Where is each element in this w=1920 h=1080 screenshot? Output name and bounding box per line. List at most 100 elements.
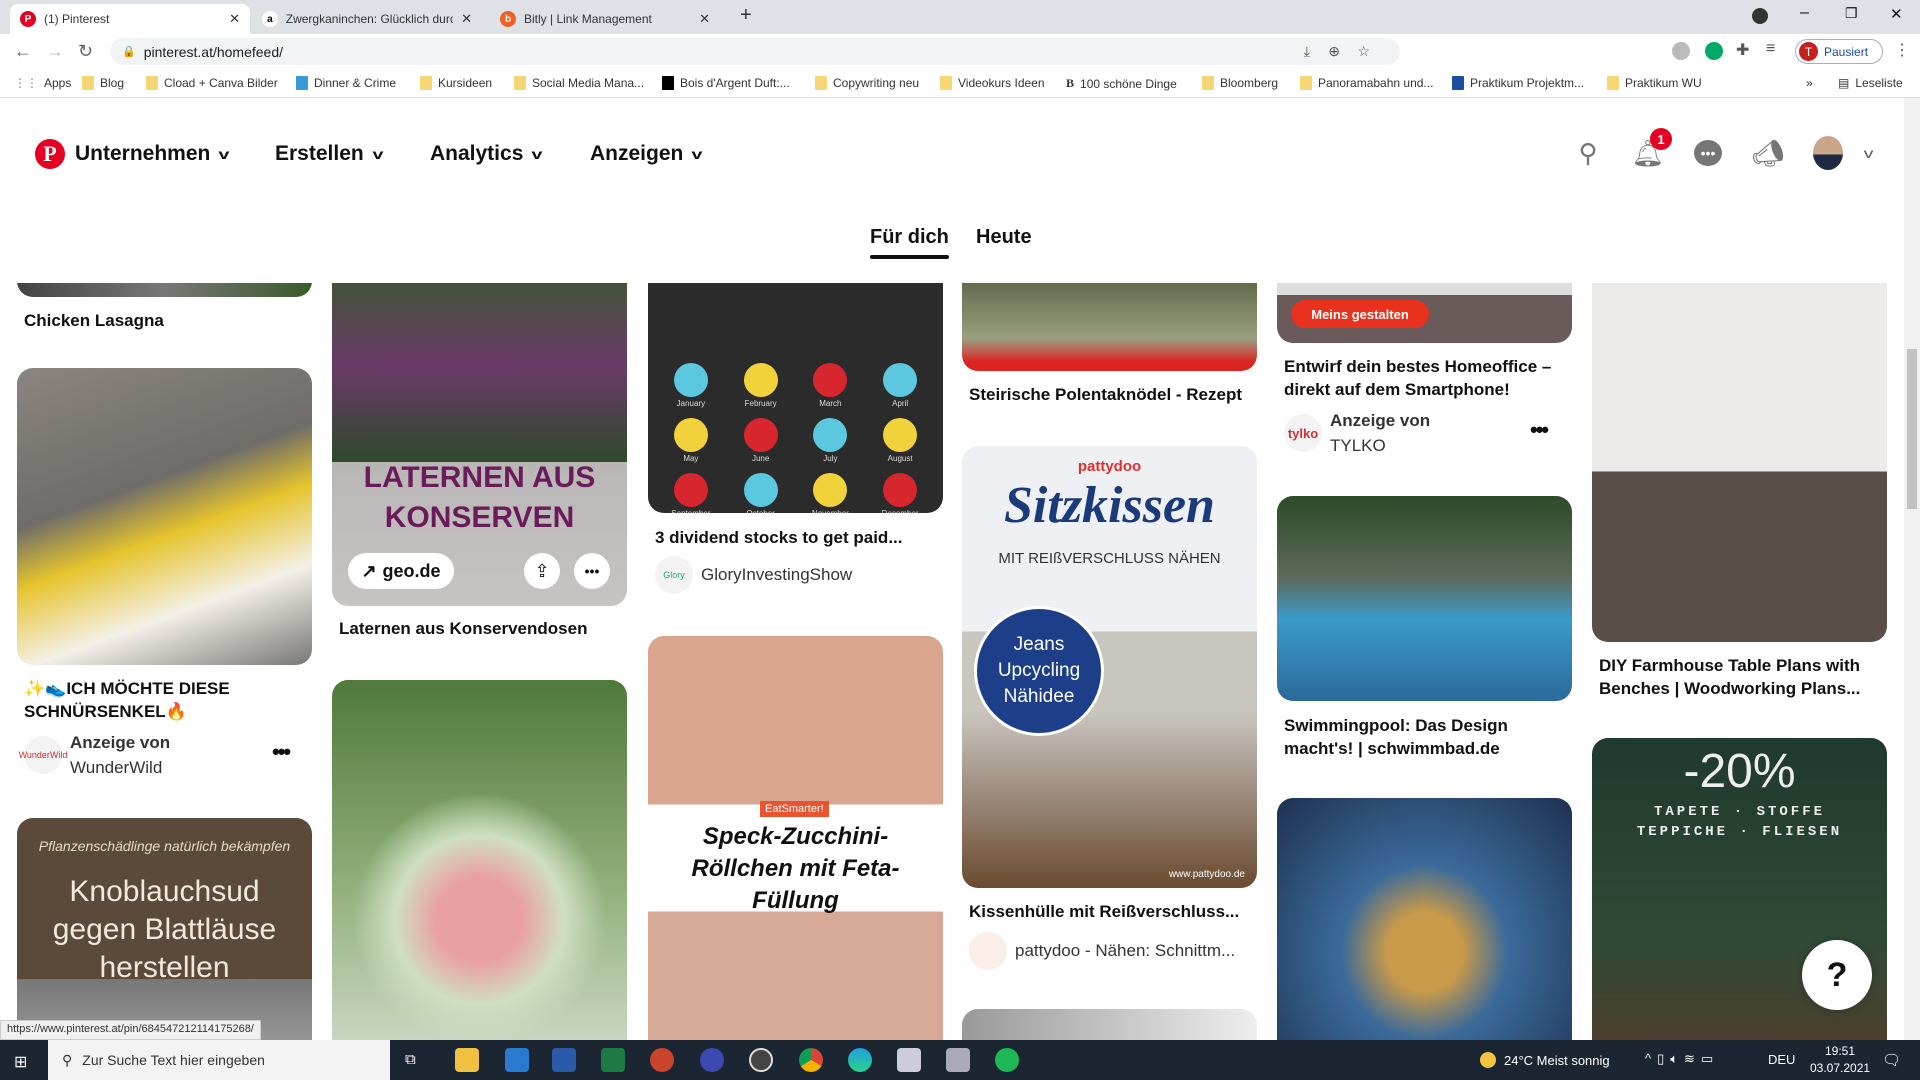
windows-start-icon[interactable]: ⊞: [14, 1052, 27, 1072]
bookmark[interactable]: Videokurs Ideen: [940, 76, 1045, 90]
bookmark[interactable]: Praktikum WU: [1607, 76, 1702, 90]
tab-amazon[interactable]: a Zwergkaninchen: Glücklich durch ✕: [252, 4, 482, 34]
pin-link-button[interactable]: ↗ geo.de: [348, 553, 454, 589]
scrollbar-thumb[interactable]: [1907, 349, 1917, 509]
bookmark[interactable]: Kursideen: [420, 76, 492, 90]
tab-search-icon[interactable]: [1752, 8, 1768, 24]
pin-image[interactable]: EatSmarter! Speck-Zucchini-Röllchen mit …: [648, 636, 943, 1040]
mail-icon[interactable]: [505, 1048, 529, 1072]
pinterest-logo[interactable]: P: [35, 139, 65, 169]
new-tab-button[interactable]: +: [740, 4, 752, 27]
bookmark[interactable]: Blog: [82, 76, 124, 90]
meins-gestalten-button[interactable]: Meins gestalten: [1291, 300, 1429, 328]
nav-analytics[interactable]: Analytics v: [430, 142, 543, 166]
zoom-icon[interactable]: ⊕: [1328, 43, 1340, 60]
pin-title[interactable]: Entwirf dein bestes Homeoffice – direkt …: [1284, 355, 1569, 401]
tab-heute[interactable]: Heute: [976, 226, 1032, 249]
pin-title[interactable]: ✨👟ICH MÖCHTE DIESE SCHNÜRSENKEL🔥: [24, 677, 309, 723]
pin-title[interactable]: Laternen aus Konservendosen: [339, 617, 624, 640]
tab-pinterest[interactable]: P (1) Pinterest ✕: [10, 4, 250, 34]
profile-button[interactable]: T Pausiert: [1795, 39, 1883, 64]
pin-image[interactable]: [1277, 798, 1572, 1040]
media-icon[interactable]: ≡: [1766, 40, 1775, 58]
pin-image[interactable]: [1277, 496, 1572, 701]
restore-icon[interactable]: ❐: [1845, 5, 1858, 22]
bookmark[interactable]: Cload + Canva Bilder: [146, 76, 278, 90]
pin-image[interactable]: [17, 283, 312, 297]
bookmark[interactable]: Praktikum Projektm...: [1452, 76, 1584, 90]
bookmark[interactable]: Social Media Mana...: [514, 76, 644, 90]
nav-unternehmen[interactable]: Unternehmen v: [75, 142, 230, 166]
share-icon[interactable]: ⇪: [524, 553, 560, 589]
pin-title[interactable]: Swimmingpool: Das Design macht's! | schw…: [1284, 714, 1569, 760]
help-button[interactable]: ?: [1802, 940, 1872, 1010]
messages-icon[interactable]: •••: [1693, 138, 1723, 168]
pin-image[interactable]: [332, 680, 627, 1040]
bookmark[interactable]: B 100 schöne Dinge: [1066, 76, 1177, 91]
scrollbar[interactable]: [1904, 98, 1920, 1040]
nav-erstellen[interactable]: Erstellen v: [275, 142, 383, 166]
close-tab-icon[interactable]: ✕: [699, 11, 710, 27]
excel-icon[interactable]: [601, 1048, 625, 1072]
pin-creator[interactable]: pattydoo - Nähen: Schnittm...: [969, 932, 1235, 970]
pin-image[interactable]: Meins gestalten: [1277, 283, 1572, 343]
ad-creator[interactable]: tylko Anzeige von TYLKO: [1284, 408, 1430, 458]
bookmark[interactable]: Panoramabahn und...: [1300, 76, 1433, 90]
more-options-icon[interactable]: •••: [272, 739, 291, 765]
bookmark[interactable]: Bloomberg: [1202, 76, 1278, 90]
pin-image[interactable]: [17, 368, 312, 665]
pin-creator[interactable]: Glory GloryInvestingShow: [655, 556, 852, 594]
bookmark[interactable]: Bois d'Argent Duft:...: [662, 76, 790, 90]
forward-icon[interactable]: →: [46, 41, 64, 62]
edge-icon[interactable]: [848, 1048, 872, 1072]
app-icon[interactable]: [897, 1048, 921, 1072]
pin-title[interactable]: Kissenhülle mit Reißverschluss...: [969, 900, 1254, 923]
pin-image[interactable]: LATERNEN AUS KONSERVEN ↗ geo.de ⇪ •••: [332, 283, 627, 606]
install-icon[interactable]: ⤓: [1304, 43, 1310, 60]
task-view-icon[interactable]: ⧉: [405, 1051, 416, 1068]
clock[interactable]: 19:51 03.07.2021: [1810, 1043, 1870, 1077]
bookmark[interactable]: Dinner & Crime: [296, 76, 396, 90]
more-bookmarks-icon[interactable]: »: [1806, 76, 1813, 90]
file-explorer-icon[interactable]: [455, 1048, 479, 1072]
app-icon[interactable]: [946, 1048, 970, 1072]
close-tab-icon[interactable]: ✕: [461, 11, 472, 27]
bookmark-star-icon[interactable]: ☆: [1357, 43, 1370, 60]
avatar[interactable]: [1813, 136, 1843, 170]
bookmark[interactable]: Copywriting neu: [815, 76, 919, 90]
obs-icon[interactable]: [749, 1048, 773, 1072]
tab-fuer-dich[interactable]: Für dich: [870, 226, 949, 259]
pin-title[interactable]: Chicken Lasagna: [24, 309, 309, 332]
chrome-icon[interactable]: [799, 1048, 823, 1072]
tray-icons[interactable]: ^▯🔈︎≋▭: [1645, 1051, 1719, 1067]
reading-list[interactable]: ▤ Leseliste: [1838, 76, 1903, 90]
pin-title[interactable]: DIY Farmhouse Table Plans with Benches |…: [1599, 654, 1884, 700]
menu-icon[interactable]: ⋮: [1894, 40, 1910, 60]
language-indicator[interactable]: DEU: [1768, 1052, 1795, 1067]
pin-image[interactable]: Pflanzenschädlinge natürlich bekämpfen K…: [17, 818, 312, 1040]
word-icon[interactable]: [552, 1048, 576, 1072]
minimize-icon[interactable]: –: [1800, 4, 1809, 22]
adblock-icon[interactable]: [1672, 42, 1690, 60]
app-icon[interactable]: [700, 1048, 724, 1072]
pin-image[interactable]: [962, 283, 1257, 371]
taskbar-search[interactable]: ⚲ Zur Suche Text hier eingeben: [48, 1040, 390, 1080]
pin-title[interactable]: Steirische Polentaknödel - Rezept: [969, 383, 1254, 406]
more-options-icon[interactable]: •••: [1530, 417, 1549, 443]
pin-image[interactable]: pattydoo Sitzkissen MIT REIßVERSCHLUSS N…: [962, 446, 1257, 888]
extensions-icon[interactable]: ✚: [1736, 40, 1749, 60]
more-options-icon[interactable]: •••: [574, 553, 610, 589]
ad-creator[interactable]: WunderWild Anzeige von WunderWild: [19, 730, 171, 780]
powerpoint-icon[interactable]: [650, 1048, 674, 1072]
pin-title[interactable]: 3 dividend stocks to get paid...: [655, 526, 940, 549]
notification-center-icon[interactable]: 🗨︎: [1882, 1051, 1901, 1069]
nav-anzeigen[interactable]: Anzeigen v: [590, 142, 703, 166]
tab-bitly[interactable]: b Bitly | Link Management ✕: [490, 4, 720, 34]
pin-image[interactable]: [1592, 283, 1887, 642]
weather-widget[interactable]: 24°C Meist sonnig: [1480, 1052, 1610, 1068]
reload-icon[interactable]: ↻: [78, 41, 93, 62]
updates-megaphone-icon[interactable]: 📣︎: [1752, 138, 1785, 168]
pin-image[interactable]: January February March April May June July Augu…: [648, 283, 943, 513]
bookmark-apps[interactable]: ⋮⋮ Apps: [14, 76, 71, 90]
search-icon[interactable]: ⚲: [1573, 138, 1603, 168]
